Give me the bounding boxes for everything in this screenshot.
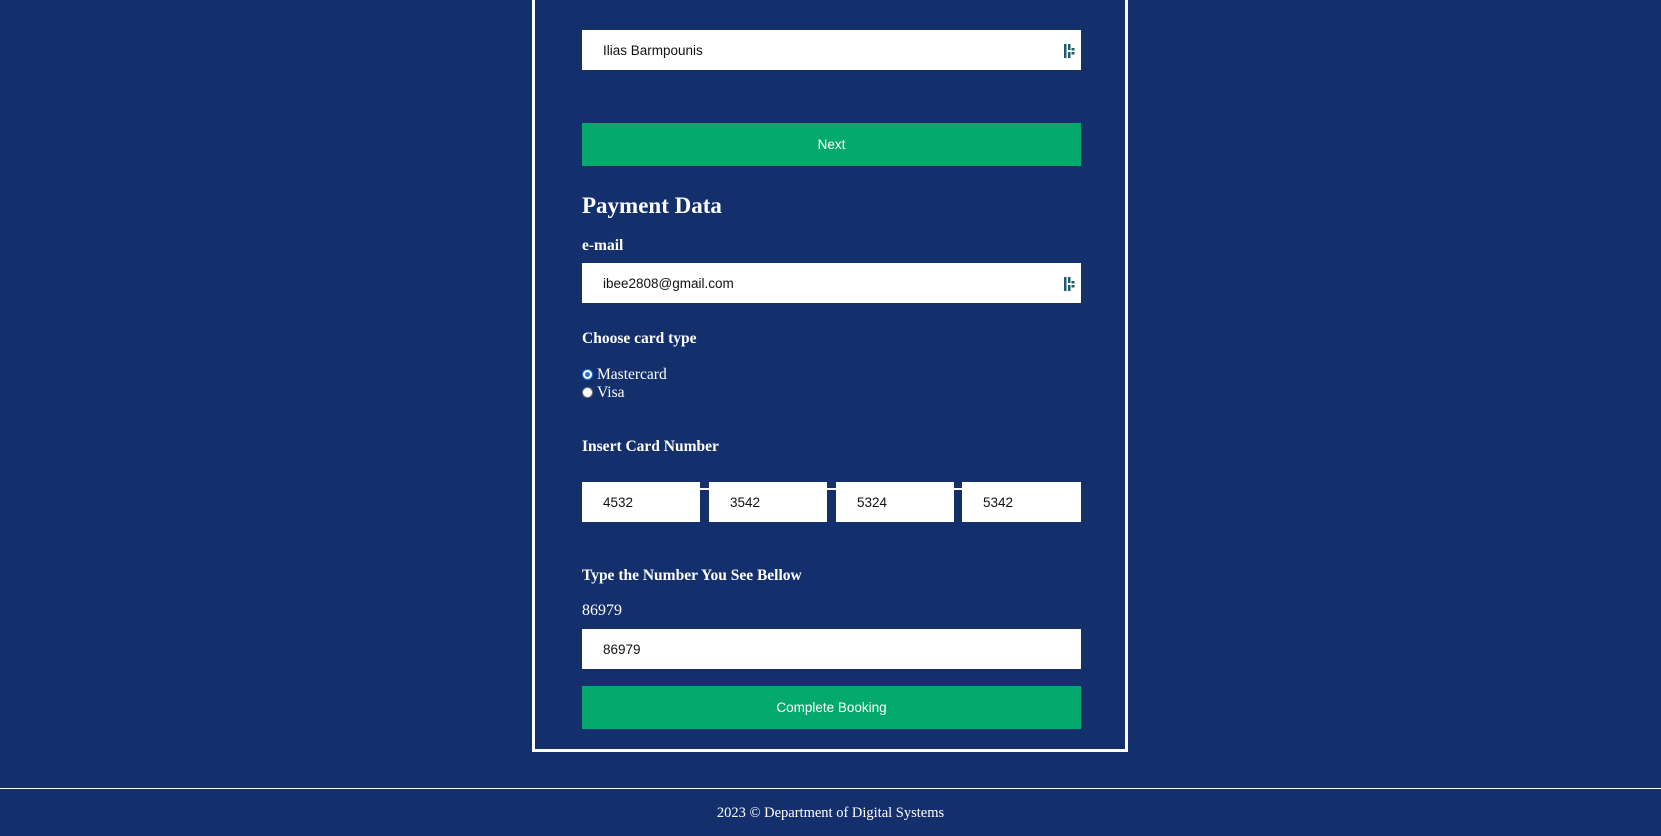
mastercard-label: Mastercard <box>597 366 667 383</box>
card-number-part-3[interactable] <box>836 482 954 522</box>
card-number-part-1[interactable] <box>582 482 700 522</box>
name-field-container <box>582 30 1081 70</box>
payment-data-heading: Payment Data <box>582 193 722 218</box>
captcha-field-container <box>582 629 1081 669</box>
name-input[interactable] <box>582 30 1081 70</box>
captcha-number: 86979 <box>582 602 622 619</box>
email-label: e-mail <box>582 237 624 254</box>
card-number-part-3-container <box>836 482 954 522</box>
mastercard-radio[interactable] <box>582 369 593 381</box>
card-number-separator <box>700 488 709 490</box>
password-manager-icon[interactable] <box>1064 44 1075 58</box>
next-button[interactable]: Next <box>582 123 1081 166</box>
footer-divider <box>0 788 1661 789</box>
card-number-separator <box>827 488 836 490</box>
card-number-part-2[interactable] <box>709 482 827 522</box>
visa-radio[interactable] <box>582 387 593 399</box>
captcha-input[interactable] <box>582 629 1081 669</box>
card-number-part-2-container <box>709 482 827 522</box>
captcha-label: Type the Number You See Bellow <box>582 567 802 584</box>
footer-copyright: 2023 © Department of Digital Systems <box>716 805 945 821</box>
card-number-part-4[interactable] <box>962 482 1081 522</box>
card-type-option-visa[interactable]: Visa <box>582 385 624 401</box>
visa-label: Visa <box>597 384 625 401</box>
password-manager-icon[interactable] <box>1064 277 1075 291</box>
complete-booking-button[interactable]: Complete Booking <box>582 686 1081 729</box>
card-number-part-4-container <box>962 482 1081 522</box>
email-input[interactable] <box>582 263 1081 303</box>
card-type-option-mastercard[interactable]: Mastercard <box>582 367 667 383</box>
card-type-label: Choose card type <box>582 330 697 347</box>
email-field-container <box>582 263 1081 303</box>
card-number-label: Insert Card Number <box>582 438 719 455</box>
card-number-part-1-container <box>582 482 700 522</box>
